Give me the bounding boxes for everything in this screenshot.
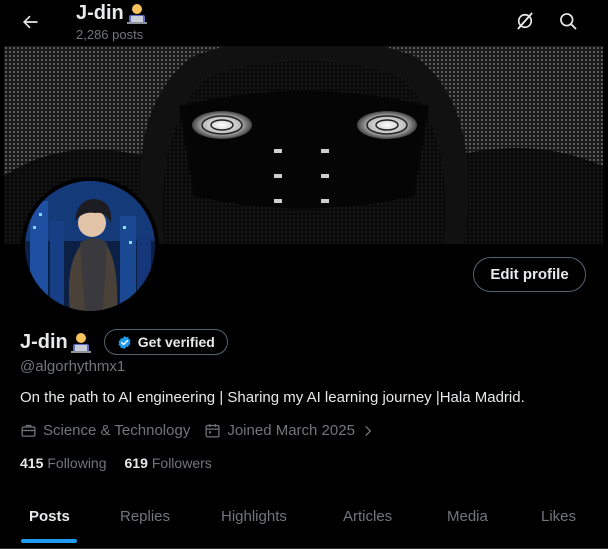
tab-articles[interactable]: Articles (343, 508, 392, 525)
grok-icon (517, 12, 533, 30)
tab-replies[interactable]: Replies (120, 508, 170, 525)
joined-item[interactable]: Joined March 2025 (204, 422, 375, 439)
profile-name-row: J-din Get verified (20, 329, 228, 355)
profile-bio: On the path to AI engineering | Sharing … (20, 389, 525, 406)
following-label: Following (47, 455, 107, 471)
followers-link[interactable]: 619 Followers (125, 455, 212, 471)
profile-name: J-din (20, 330, 68, 353)
briefcase-icon (21, 424, 36, 437)
tab-likes[interactable]: Likes (541, 508, 576, 525)
joined-label: Joined March 2025 (227, 422, 355, 439)
profile-meta: Science & Technology Joined March 2025 (20, 422, 389, 439)
following-count: 415 (20, 455, 44, 471)
search-button[interactable] (553, 6, 583, 36)
active-tab-indicator (21, 539, 77, 543)
avatar[interactable] (21, 177, 159, 315)
avatar-image (25, 181, 155, 311)
header-title-block: J-din 2,286 posts (76, 2, 148, 42)
profile-tabs: Posts Replies Highlights Articles Media … (0, 490, 608, 549)
following-link[interactable]: 415 Following (20, 455, 107, 471)
profile-header: J-din 2,286 posts (0, 0, 608, 44)
tab-posts[interactable]: Posts (29, 508, 70, 525)
edit-profile-button[interactable]: Edit profile (473, 257, 586, 292)
get-verified-button[interactable]: Get verified (103, 329, 228, 355)
calendar-icon (205, 424, 220, 438)
search-icon (560, 13, 577, 30)
followers-count: 619 (124, 455, 148, 471)
follow-stats: 415 Following 619 Followers (20, 455, 230, 471)
category-label: Science & Technology (43, 422, 191, 439)
tab-highlights[interactable]: Highlights (221, 508, 287, 525)
profile-handle: @algorhythmx1 (20, 358, 126, 375)
back-button[interactable] (14, 6, 46, 38)
post-count: 2,286 posts (76, 27, 144, 42)
verified-badge-icon (118, 335, 131, 349)
get-verified-label: Get verified (137, 334, 215, 350)
followers-label: Followers (151, 455, 212, 471)
header-name: J-din (76, 2, 124, 24)
technologist-emoji-icon (70, 333, 91, 353)
arrow-left-icon (23, 15, 38, 29)
tab-media[interactable]: Media (447, 508, 488, 525)
category-item: Science & Technology (20, 422, 190, 439)
chevron-right-icon (365, 425, 372, 436)
grok-button[interactable] (510, 6, 540, 36)
technologist-emoji-icon (126, 4, 147, 24)
